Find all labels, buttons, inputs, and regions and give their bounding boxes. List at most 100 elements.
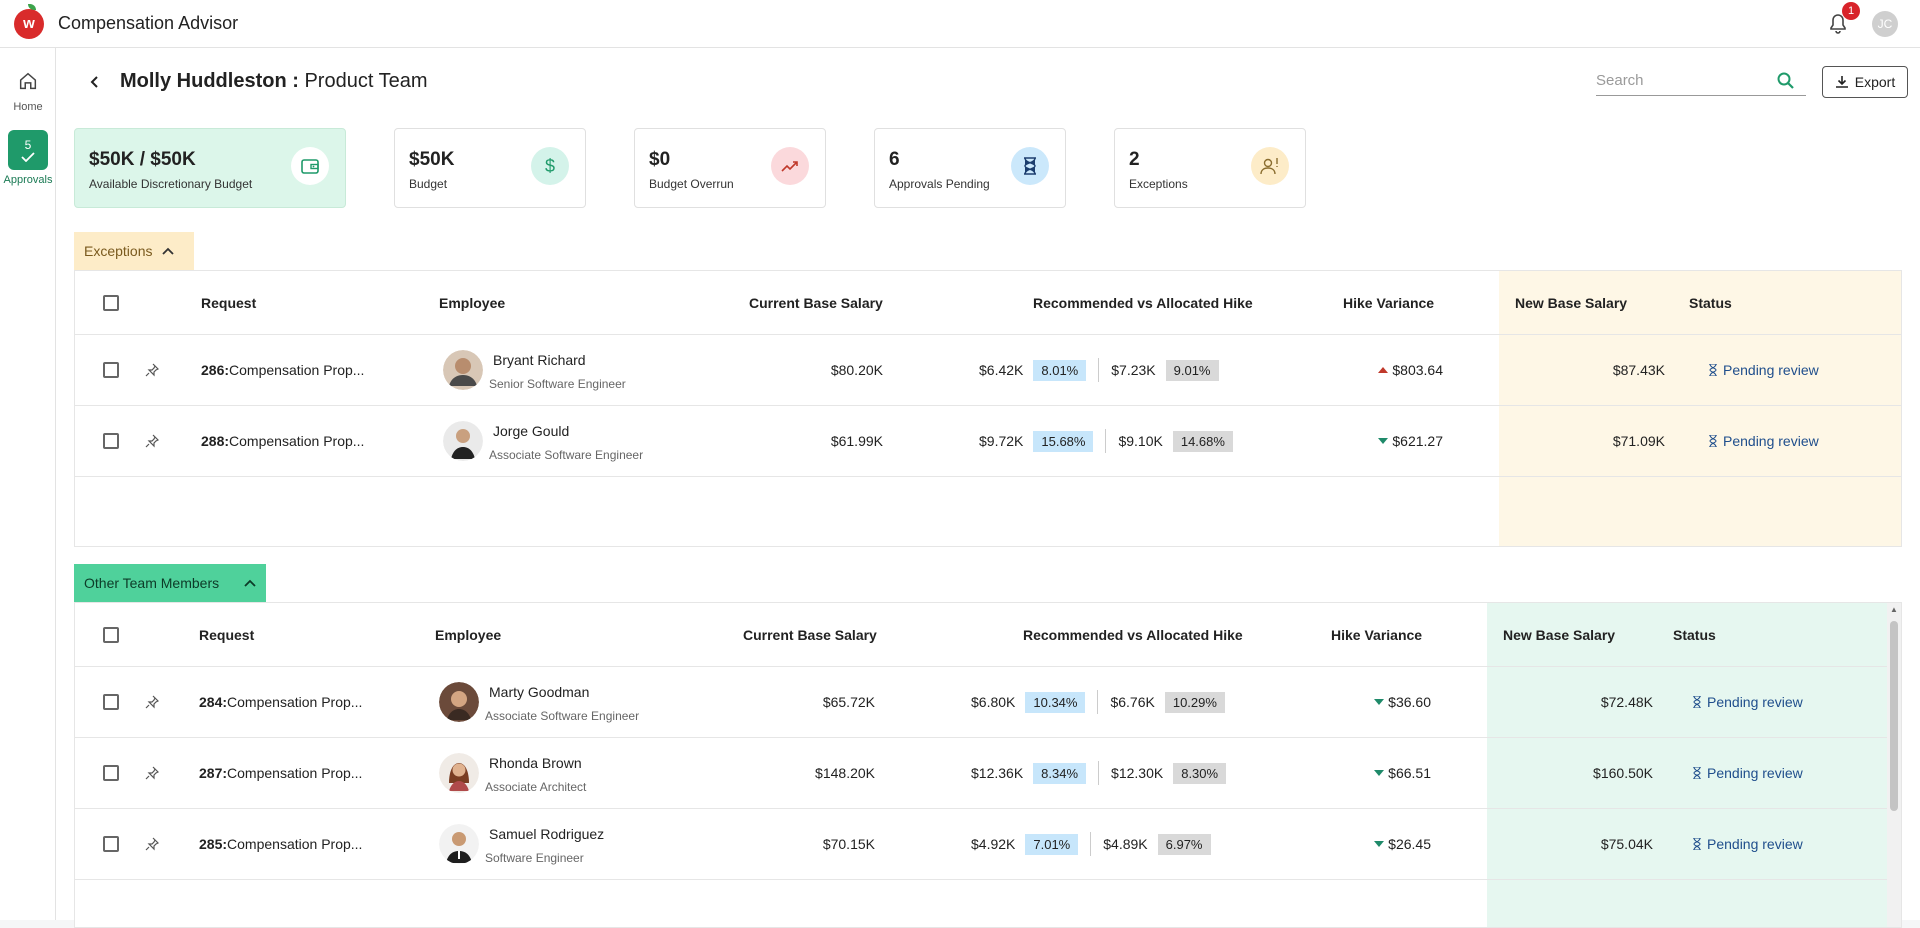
new-salary: $160.50K xyxy=(1593,765,1653,781)
table-row[interactable]: 287: Compensation Prop... Rhonda Brown A… xyxy=(75,738,1889,809)
new-salary: $72.48K xyxy=(1600,694,1653,710)
current-salary: $70.15K xyxy=(822,836,875,852)
card-label: Available Discretionary Budget xyxy=(89,177,253,191)
allocated-percent: 14.68% xyxy=(1172,430,1233,452)
allocated-percent: 9.01% xyxy=(1165,359,1219,381)
row-checkbox[interactable] xyxy=(103,694,119,710)
recommended-amount: $6.80K xyxy=(971,694,1016,710)
recommended-amount: $9.72K xyxy=(979,433,1024,449)
allocated-percent: 10.29% xyxy=(1164,691,1225,713)
request-link[interactable]: Compensation Prop... xyxy=(227,836,362,852)
approvals-badge: 5 xyxy=(8,130,48,170)
arrow-down-icon xyxy=(1378,438,1389,444)
request-link[interactable]: Compensation Prop... xyxy=(229,362,364,378)
nav-home[interactable]: Home xyxy=(0,70,56,113)
recommended-percent: 8.34% xyxy=(1033,762,1087,784)
hourglass-icon xyxy=(1709,364,1717,376)
arrow-down-icon xyxy=(1374,770,1385,776)
recommended-amount: $6.42K xyxy=(979,362,1024,378)
col-new-salary: New Base Salary xyxy=(1515,294,1628,311)
select-all-checkbox[interactable] xyxy=(103,294,119,311)
col-request: Request xyxy=(199,626,255,643)
status-label: Pending review xyxy=(1723,362,1819,378)
status[interactable]: Pending review xyxy=(1693,809,1803,879)
other-members-title: Other Team Members xyxy=(84,575,220,591)
exceptions-toggle[interactable]: Exceptions xyxy=(74,232,194,270)
back-button[interactable] xyxy=(84,71,106,93)
notifications-button[interactable]: 1 xyxy=(1826,1,1860,36)
row-checkbox[interactable] xyxy=(103,836,119,852)
hike-variance: $621.27 xyxy=(1392,433,1443,449)
col-variance: Hike Variance xyxy=(1343,294,1435,311)
pin-icon[interactable] xyxy=(145,406,159,476)
main-content: Molly Huddleston : Product Team Export $… xyxy=(56,48,1920,928)
scroll-thumb[interactable] xyxy=(1890,621,1898,811)
hike-variance: $803.64 xyxy=(1392,362,1443,378)
card-exceptions: 2 Exceptions xyxy=(1114,128,1306,208)
export-label: Export xyxy=(1854,74,1896,90)
hourglass-icon xyxy=(1693,696,1701,708)
request-link[interactable]: Compensation Prop... xyxy=(227,694,362,710)
manager-name: Molly Huddleston xyxy=(120,70,287,92)
select-all-checkbox[interactable] xyxy=(103,626,119,643)
status-label: Pending review xyxy=(1723,433,1819,449)
col-variance: Hike Variance xyxy=(1331,626,1423,643)
divider xyxy=(1098,358,1100,382)
scroll-up-icon[interactable]: ▲ xyxy=(1890,605,1898,614)
table-row[interactable]: 286: Compensation Prop... Bryant Richard… xyxy=(75,335,1901,406)
pin-icon[interactable] xyxy=(145,667,159,737)
table-row[interactable]: 288: Compensation Prop... Jorge Gould As… xyxy=(75,406,1901,477)
pin-icon[interactable] xyxy=(145,335,159,405)
employee-name: Rhonda Brown xyxy=(489,755,582,771)
exceptions-table: Request Employee Current Base Salary Rec… xyxy=(74,270,1902,547)
request-link[interactable]: Compensation Prop... xyxy=(227,765,362,781)
request-id: 285: xyxy=(199,836,228,852)
employee-name: Jorge Gould xyxy=(493,423,570,439)
request-id: 287: xyxy=(199,765,228,781)
trend-up-icon xyxy=(771,147,809,185)
table-row[interactable]: 284: Compensation Prop... Marty Goodman … xyxy=(75,667,1889,738)
recommended-percent: 15.68% xyxy=(1033,430,1094,452)
request-link[interactable]: Compensation Prop... xyxy=(229,433,364,449)
app-logo[interactable]: w xyxy=(14,3,44,39)
row-checkbox[interactable] xyxy=(103,362,119,378)
table-row[interactable]: 285: Compensation Prop... Samuel Rodrigu… xyxy=(75,809,1889,880)
title-separator: : xyxy=(286,70,305,92)
status[interactable]: Pending review xyxy=(1709,406,1819,476)
search-box xyxy=(1596,66,1806,96)
divider xyxy=(1098,761,1100,785)
status[interactable]: Pending review xyxy=(1693,738,1803,808)
team-name: Product Team xyxy=(304,70,428,92)
chevron-up-icon xyxy=(244,579,256,587)
table-scrollbar[interactable]: ▲ xyxy=(1887,603,1901,927)
col-request: Request xyxy=(201,294,257,311)
employee-role: Software Engineer xyxy=(485,851,584,865)
row-checkbox[interactable] xyxy=(103,765,119,781)
arrow-down-icon xyxy=(1374,699,1385,705)
hourglass-icon xyxy=(1693,838,1701,850)
row-checkbox[interactable] xyxy=(103,433,119,449)
recommended-percent: 7.01% xyxy=(1025,833,1079,855)
export-button[interactable]: Export xyxy=(1822,66,1908,98)
user-avatar[interactable]: JC xyxy=(1872,10,1898,37)
pin-icon[interactable] xyxy=(145,738,159,808)
nav-approvals[interactable]: 5 Approvals xyxy=(0,130,56,186)
top-bar: w Compensation Advisor 1 JC xyxy=(0,0,1920,48)
search-input[interactable] xyxy=(1596,72,1776,89)
hourglass-icon xyxy=(1693,767,1701,779)
status[interactable]: Pending review xyxy=(1693,667,1803,737)
avatar xyxy=(439,682,479,722)
col-employee: Employee xyxy=(439,294,506,311)
search-icon[interactable] xyxy=(1776,71,1796,91)
status-label: Pending review xyxy=(1707,765,1803,781)
current-salary: $65.72K xyxy=(822,694,875,710)
other-members-toggle[interactable]: Other Team Members xyxy=(74,564,266,602)
nav-home-label: Home xyxy=(13,101,43,113)
status[interactable]: Pending review xyxy=(1709,335,1819,405)
employee-role: Associate Software Engineer xyxy=(485,709,640,723)
person-alert-icon xyxy=(1251,147,1289,185)
card-available-budget: $50K / $50K Available Discretionary Budg… xyxy=(74,128,346,208)
hourglass-icon xyxy=(1011,147,1049,185)
pin-icon[interactable] xyxy=(145,809,159,879)
card-budget: $50K Budget $ xyxy=(394,128,586,208)
